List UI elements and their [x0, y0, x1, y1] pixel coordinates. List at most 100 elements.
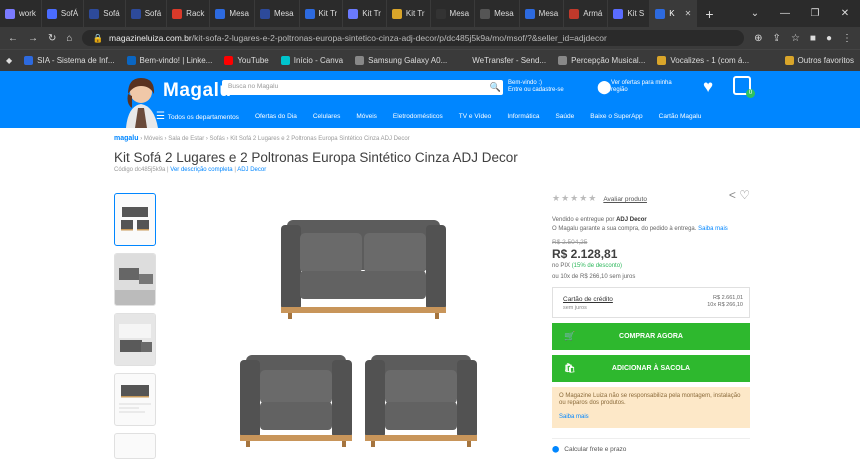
price: R$ 2.128,81	[552, 247, 618, 261]
minimize-button[interactable]: —	[770, 0, 800, 27]
bookmark-item[interactable]: Samsung Galaxy A0...	[355, 56, 447, 66]
tab-label: Mesa	[229, 9, 249, 18]
thumbnail-more[interactable]	[114, 433, 156, 459]
card-title: Cartão de crédito	[563, 296, 613, 303]
url-input[interactable]: 🔒 magazineluiza.com.br/kit-sofa-2-lugare…	[82, 30, 745, 46]
browser-tab[interactable]: K ✕	[650, 0, 698, 27]
profile-avatar[interactable]: ●	[826, 33, 832, 44]
nav-item[interactable]: Eletrodomésticos	[393, 113, 443, 120]
reload-icon[interactable]: ↻	[48, 33, 56, 44]
browser-tab[interactable]: Mesa	[520, 0, 565, 27]
location-pin-icon[interactable]: ⬤	[597, 79, 612, 95]
browser-tab[interactable]: Mesa	[431, 0, 476, 27]
thumbnail-2[interactable]	[114, 253, 156, 306]
product-main-image[interactable]	[230, 195, 515, 459]
browser-tab[interactable]: work	[0, 0, 42, 27]
old-price: R$ 2.504,25	[552, 239, 588, 246]
rate-product-link[interactable]: Avaliar produto	[603, 196, 647, 203]
chevron-down-icon[interactable]: ⌄	[740, 0, 770, 27]
bookmarks-bar: ◆ SIA - Sistema de Inf... Bem-vindo! | Li…	[0, 49, 860, 71]
browser-tab[interactable]: Kit S	[608, 0, 651, 27]
nav-item[interactable]: Celulares	[313, 113, 340, 120]
nav-label: Baixe o SuperApp	[590, 112, 643, 120]
home-icon[interactable]: ⌂	[66, 33, 72, 44]
bookmark-item[interactable]: Percepção Musical...	[558, 56, 645, 66]
guarantee-link[interactable]: Saiba mais	[698, 226, 728, 232]
nav-item[interactable]: TV e Vídeo	[459, 113, 492, 120]
maximize-button[interactable]: ❐	[800, 0, 830, 27]
nav-label: Cartão Magalu	[658, 112, 702, 120]
bookmark-item[interactable]: Outros favoritos	[784, 56, 854, 66]
search-icon[interactable]: 🔍	[488, 80, 503, 95]
breadcrumb-home[interactable]: magalu	[114, 135, 139, 142]
breadcrumb-path[interactable]: › Móveis › Sala de Estar › Sofás › Kit S…	[140, 136, 409, 142]
sold-by-prefix: Vendido e entregue por	[552, 217, 615, 223]
share-icon[interactable]: ⇪	[773, 33, 781, 44]
account-link[interactable]: Bem-vindo :) Entre ou cadastre-se	[508, 80, 564, 94]
purchase-panel: ★★★★★ Avaliar produto < ♡ Vendido e entre…	[552, 188, 750, 453]
nav-item[interactable]: Cartão Magalu	[659, 113, 702, 120]
browser-tab[interactable]: Rack	[167, 0, 211, 27]
address-bar: ← → ↻ ⌂ 🔒 magazineluiza.com.br/kit-sofa-…	[0, 27, 860, 49]
cep-link[interactable]: Ver ofertas para minha região	[611, 80, 672, 94]
browser-tab[interactable]: Mesa	[475, 0, 520, 27]
tab-favicon-icon	[480, 8, 491, 19]
close-window-button[interactable]: ✕	[830, 0, 860, 27]
brand-link[interactable]: ADJ Decor	[237, 167, 266, 173]
bookmark-item[interactable]: Bem-vindo! | Linke...	[126, 56, 212, 66]
nav-item[interactable]: Ofertas do Dia	[255, 113, 297, 120]
browser-tab[interactable]: Sofá	[126, 0, 168, 27]
thumbnail-1[interactable]	[114, 193, 156, 246]
bookmark-item[interactable]: Vocalizes - 1 (com á...	[657, 56, 749, 66]
bookmark-icon	[126, 56, 136, 66]
star-icon[interactable]: ☆	[791, 33, 800, 44]
card-installment: 10x R$ 266,10	[707, 302, 743, 308]
warning-link[interactable]: Saiba mais	[559, 414, 589, 420]
description-link[interactable]: Ver descrição completa	[170, 167, 232, 173]
browser-tab[interactable]: SofÁ	[42, 0, 85, 27]
nav-item[interactable]: Móveis	[356, 113, 377, 120]
close-tab-icon[interactable]: ✕	[685, 9, 692, 18]
nav-item[interactable]: ☰ Todos os departamentos	[156, 111, 239, 122]
zoom-icon[interactable]: ⊕	[754, 33, 762, 44]
bookmark-item[interactable]: Início - Canva	[280, 56, 343, 66]
browser-tab[interactable]: Kit Tr	[387, 0, 431, 27]
browser-tab[interactable]: Armá	[564, 0, 609, 27]
browser-tab[interactable]: Sofá	[84, 0, 126, 27]
seller-link[interactable]: ADJ Decor	[616, 217, 647, 223]
apps-icon[interactable]: ◆	[6, 56, 12, 65]
new-tab-button[interactable]: +	[697, 6, 721, 22]
nav-label: Saúde	[555, 112, 575, 120]
credit-card-option[interactable]: Cartão de crédito sem juros R$ 2.661,01 1…	[552, 287, 750, 318]
shipping-calc[interactable]: ⬤ Calcular frete e prazo	[552, 438, 750, 453]
welcome-text: Bem-vindo :)	[508, 80, 543, 86]
nav-item[interactable]: Baixe o SuperApp	[590, 113, 642, 120]
bookmark-item[interactable]: WeTransfer - Send...	[459, 56, 546, 66]
wishlist-heart-icon[interactable]: ♥	[703, 77, 713, 97]
bookmark-item[interactable]: YouTube	[224, 56, 269, 66]
search-input[interactable]: Busca no Magalu	[222, 80, 503, 95]
thumbnail-list	[114, 193, 156, 466]
browser-tab[interactable]: Mesa	[255, 0, 300, 27]
extensions-icon[interactable]: ■	[810, 33, 816, 44]
rating-stars-icon[interactable]: ★★★★★	[552, 193, 597, 203]
back-icon[interactable]: ←	[8, 33, 18, 44]
tab-favicon-icon	[89, 8, 100, 19]
buy-now-button[interactable]: 🛒 COMPRAR AGORA	[552, 323, 750, 350]
tab-label: work	[19, 9, 36, 18]
bookmark-item[interactable]: SIA - Sistema de Inf...	[24, 56, 115, 66]
browser-tab[interactable]: Mesa	[210, 0, 255, 27]
browser-tab[interactable]: Kit Tr	[300, 0, 344, 27]
menu-icon[interactable]: ⋮	[842, 33, 852, 44]
thumbnail-3[interactable]	[114, 313, 156, 366]
add-to-bag-button[interactable]: 🛍 ADICIONAR À SACOLA	[552, 355, 750, 382]
nav-item[interactable]: Informática	[507, 113, 539, 120]
bookmark-icon	[784, 56, 794, 66]
browser-tab[interactable]: Kit Tr	[343, 0, 387, 27]
forward-icon[interactable]: →	[28, 33, 38, 44]
share-heart-icons[interactable]: < ♡	[729, 188, 750, 202]
hamburger-icon: ☰	[156, 110, 168, 122]
thumbnail-4[interactable]	[114, 373, 156, 426]
tab-favicon-icon	[435, 8, 446, 19]
nav-item[interactable]: Saúde	[555, 113, 574, 120]
